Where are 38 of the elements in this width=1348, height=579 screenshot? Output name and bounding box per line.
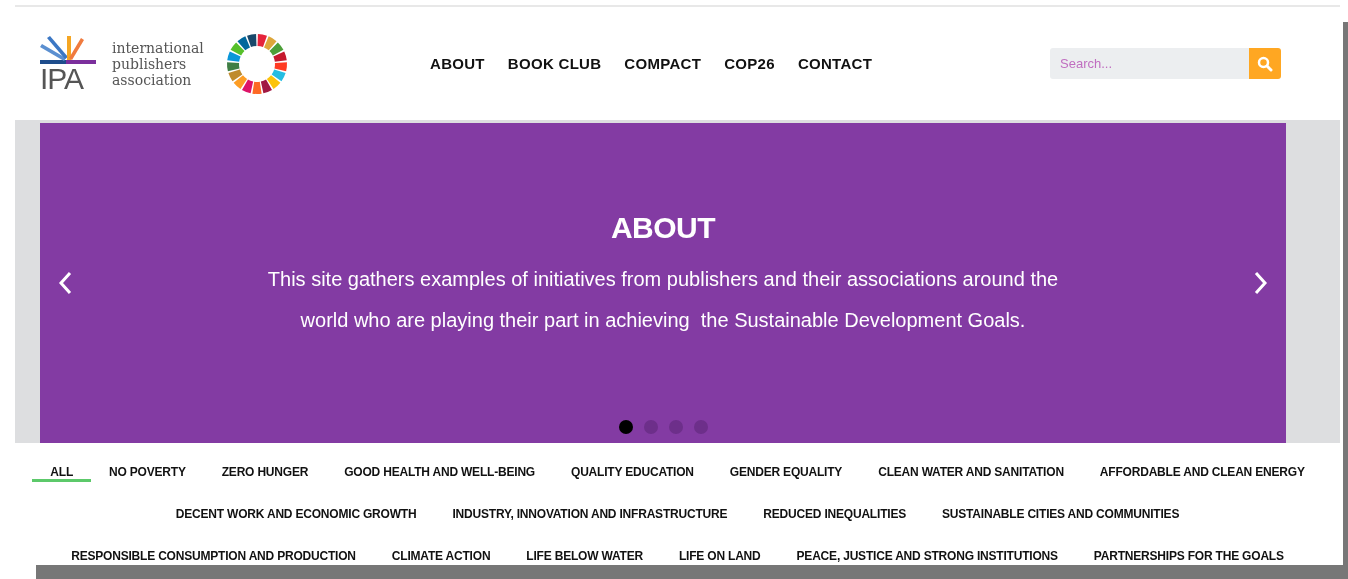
slide-text: This site gathers examples of initiatives from publishers and their associations around the world who are playing their part in achieving the Sustainable Development Goals. [266,267,1060,333]
category-tab[interactable]: NO POVERTY [91,463,204,482]
category-tab[interactable]: QUALITY EDUCATION [553,463,712,482]
category-tab[interactable]: SUSTAINABLE CITIES AND COMMUNITIES [924,505,1198,524]
category-tab[interactable]: AFFORDABLE AND CLEAN ENERGY [1081,463,1323,482]
category-tab[interactable]: PEACE, JUSTICE AND STRONG INSTITUTIONS [778,547,1076,566]
slide-title: ABOUT [610,211,716,245]
search-field[interactable]: Search... [1050,48,1249,79]
category-tab[interactable]: PARTNERSHIPS FOR THE GOALS [1075,547,1302,566]
slide-dot[interactable] [668,420,683,434]
slide-dot[interactable] [693,420,708,434]
category-tab[interactable]: ALL [32,463,92,482]
category-tab[interactable]: ZERO HUNGER [203,463,327,482]
category-tab[interactable]: CLIMATE ACTION [373,547,509,566]
category-tab[interactable]: INDUSTRY, INNOVATION AND INFRASTRUCTURE [434,505,746,524]
category-tab[interactable]: REDUCED INEQUALITIES [745,505,924,524]
category-tab[interactable]: CLEAN WATER AND SANITATION [860,463,1082,482]
nav-link[interactable]: ABOUT [430,55,485,72]
chevron-left-icon [58,271,72,295]
slide-dot[interactable] [618,420,633,434]
chevron-right-icon [1254,271,1268,295]
nav-link[interactable]: COMPACT [624,55,702,72]
category-tab[interactable]: LIFE ON LAND [660,547,779,566]
slide-dot[interactable] [643,420,658,434]
nav-link[interactable]: CONTACT [797,55,873,72]
category-tab[interactable]: LIFE BELOW WATER [508,547,661,566]
category-tab[interactable]: GENDER EQUALITY [711,463,861,482]
nav-link[interactable]: COP26 [724,55,775,72]
ipa-logo-icon [40,35,98,66]
sdg-wheel-icon [226,32,288,95]
category-tab[interactable]: GOOD HEALTH AND WELL-BEING [326,463,553,482]
logo-abbreviation: IPA [40,65,84,92]
category-tab[interactable]: RESPONSIBLE CONSUMPTION AND PRODUCTION [53,547,374,566]
search-icon [1257,55,1273,72]
logo-name: international publishers association [112,39,205,88]
search-button[interactable] [1249,48,1281,79]
nav-link[interactable]: BOOK CLUB [507,55,602,72]
category-tab[interactable]: DECENT WORK AND ECONOMIC GROWTH [157,505,435,524]
